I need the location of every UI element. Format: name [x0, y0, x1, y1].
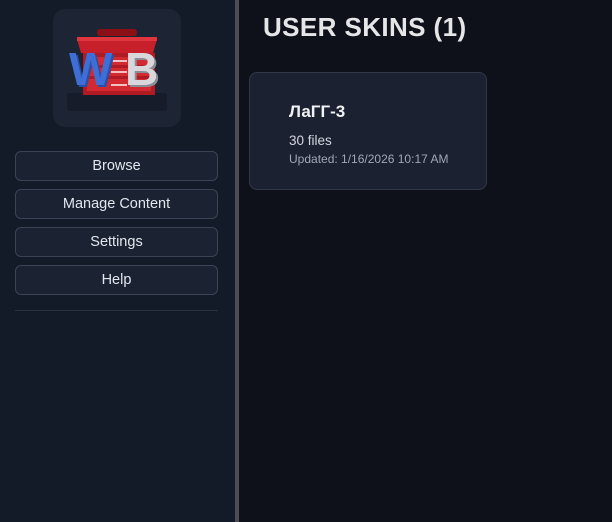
skin-file-count: 30 files	[289, 133, 332, 148]
sidebar: W W B B Browse Manage Content Settings H…	[0, 0, 235, 522]
logo-letter-b: B	[125, 43, 158, 95]
browse-button[interactable]: Browse	[15, 151, 218, 181]
settings-button[interactable]: Settings	[15, 227, 218, 257]
skin-updated-timestamp: Updated: 1/16/2026 10:17 AM	[289, 152, 449, 166]
sidebar-nav: Browse Manage Content Settings Help	[15, 151, 218, 303]
sidebar-divider	[15, 310, 218, 311]
logo-letter-w-front: W	[69, 43, 113, 95]
skin-name: ЛаГГ-3	[289, 102, 346, 121]
manage-content-button[interactable]: Manage Content	[15, 189, 218, 219]
page-title: USER SKINS (1)	[263, 12, 467, 42]
help-button[interactable]: Help	[15, 265, 218, 295]
main-content: USER SKINS (1) ЛаГГ-3 30 files Updated: …	[239, 0, 612, 522]
app-logo: W W B B	[53, 9, 181, 127]
toolbox-logo-icon: W W B B	[67, 29, 167, 111]
app-window: W W B B Browse Manage Content Settings H…	[0, 0, 612, 522]
skin-card[interactable]: ЛаГГ-3 30 files Updated: 1/16/2026 10:17…	[249, 72, 487, 190]
